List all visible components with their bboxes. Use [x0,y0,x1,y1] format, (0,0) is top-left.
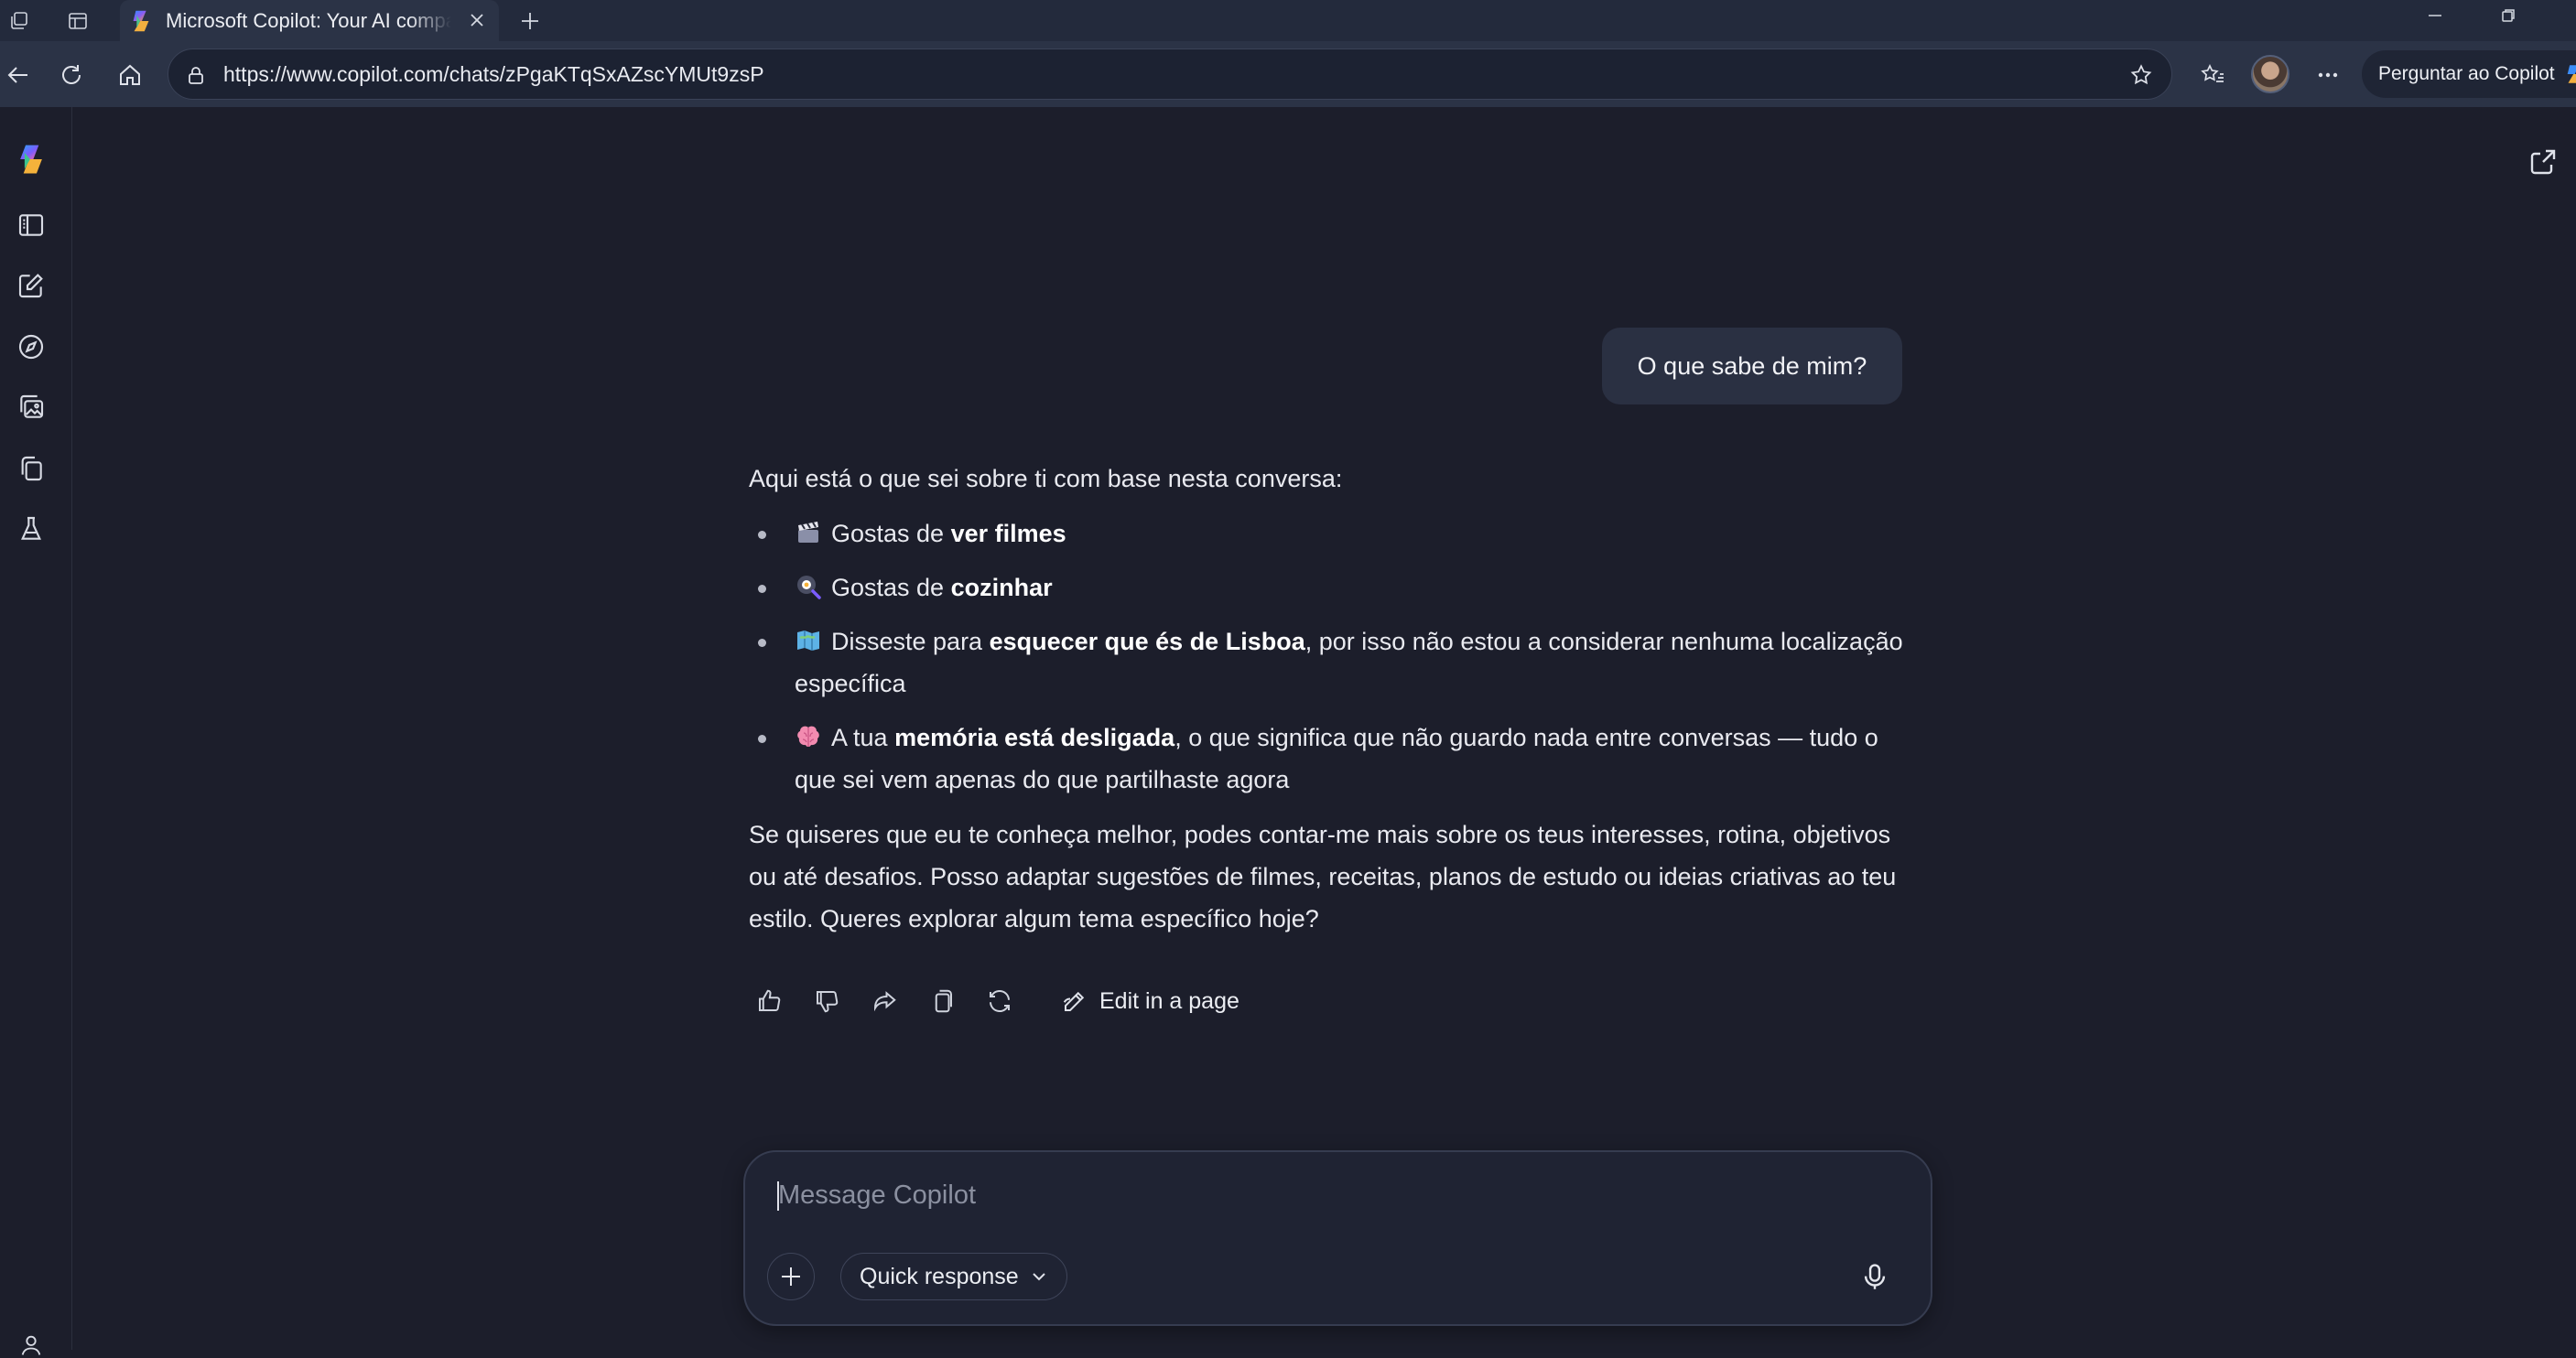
workspaces-icon[interactable] [4,5,35,37]
labs-icon[interactable] [13,511,49,547]
frying-pan-emoji [797,576,821,599]
user-message-bubble: O que sabe de mim? [1602,328,1902,404]
copy-icon[interactable] [922,981,962,1021]
bold-text: ver filmes [950,520,1066,547]
list-item: Disseste para esquecer que és de Lisboa,… [749,620,1911,705]
vertical-tabs-icon[interactable] [62,5,93,37]
response-mode-label: Quick response [860,1263,1019,1289]
add-attachment-button[interactable] [767,1253,815,1300]
edit-in-page-label: Edit in a page [1099,987,1239,1014]
copilot-mini-logo [2567,65,2576,83]
tab-title: Microsoft Copilot: Your AI companion [166,8,451,32]
discover-icon[interactable] [13,329,49,365]
reply-intro: Aqui está o que sei sobre ti com base ne… [749,465,1343,492]
left-sidebar [0,107,72,1350]
back-icon[interactable] [0,57,37,93]
reply-list: Gostas de ver filmes Gostas de cozinhar … [749,512,1911,801]
edit-in-page-button[interactable]: Edit in a page [1059,986,1239,1017]
image-gallery-icon[interactable] [13,389,49,426]
address-bar[interactable]: https://www.copilot.com/chats/zPgaKTqSxA… [168,48,2172,100]
account-icon[interactable] [18,1332,44,1358]
user-message-text: O que sabe de mim? [1637,351,1867,380]
brain-emoji [797,726,819,747]
regenerate-icon[interactable] [980,981,1020,1021]
reply-outro: Se quiseres que eu te conheça melhor, po… [749,821,1897,932]
bold-text: cozinhar [950,574,1053,601]
url-text[interactable]: https://www.copilot.com/chats/zPgaKTqSxA… [223,62,764,87]
close-icon[interactable] [464,7,490,33]
response-mode-dropdown[interactable]: Quick response [840,1253,1067,1300]
bold-text: esquecer que és de Lisboa [989,628,1305,655]
refresh-icon[interactable] [53,57,90,93]
sidebar-toggle-icon[interactable] [13,207,49,243]
restore-icon[interactable] [2483,0,2534,31]
list-item: A tua memória está desligada, o que sign… [749,717,1911,801]
favorites-icon[interactable] [2193,56,2232,94]
list-item: Gostas de ver filmes [749,512,1911,555]
ask-copilot-label: Perguntar ao Copilot [2378,63,2555,84]
profile-avatar[interactable] [2251,55,2289,93]
lock-icon[interactable] [183,62,209,88]
message-composer: Quick response [743,1150,1932,1326]
thumbs-up-icon[interactable] [749,981,789,1021]
copilot-logo[interactable] [13,141,49,178]
star-icon[interactable] [2127,61,2155,89]
chevron-down-icon [1032,1273,1045,1281]
browser-tab-bar: Microsoft Copilot: Your AI companion [0,0,2576,41]
share-icon[interactable] [864,981,904,1021]
more-icon[interactable] [2309,56,2347,94]
microphone-icon[interactable] [1854,1256,1896,1299]
map-emoji [797,630,819,651]
minimize-icon[interactable] [2409,0,2461,31]
list-item: Gostas de cozinhar [749,566,1911,609]
ask-copilot-button[interactable]: Perguntar ao Copilot [2362,50,2576,98]
new-tab-button[interactable] [514,5,547,38]
active-tab[interactable]: Microsoft Copilot: Your AI companion [120,0,499,41]
assistant-reply: Aqui está o que sei sobre ti com base ne… [749,458,1911,940]
plus-icon [522,13,538,29]
browser-toolbar: https://www.copilot.com/chats/zPgaKTqSxA… [0,41,2576,107]
home-icon[interactable] [112,57,148,93]
message-actions: Edit in a page [749,981,1239,1021]
text-caret [777,1181,779,1211]
edit-page-icon [1059,986,1090,1017]
plus-icon [782,1267,800,1286]
bold-text: memória está desligada [894,724,1175,751]
thumbs-down-icon[interactable] [806,981,847,1021]
copilot-favicon [133,10,149,31]
message-input[interactable] [776,1172,1878,1218]
share-conversation-icon[interactable] [2523,142,2563,182]
new-chat-icon[interactable] [13,267,49,304]
clapper-emoji [798,522,818,543]
pages-icon[interactable] [13,450,49,487]
